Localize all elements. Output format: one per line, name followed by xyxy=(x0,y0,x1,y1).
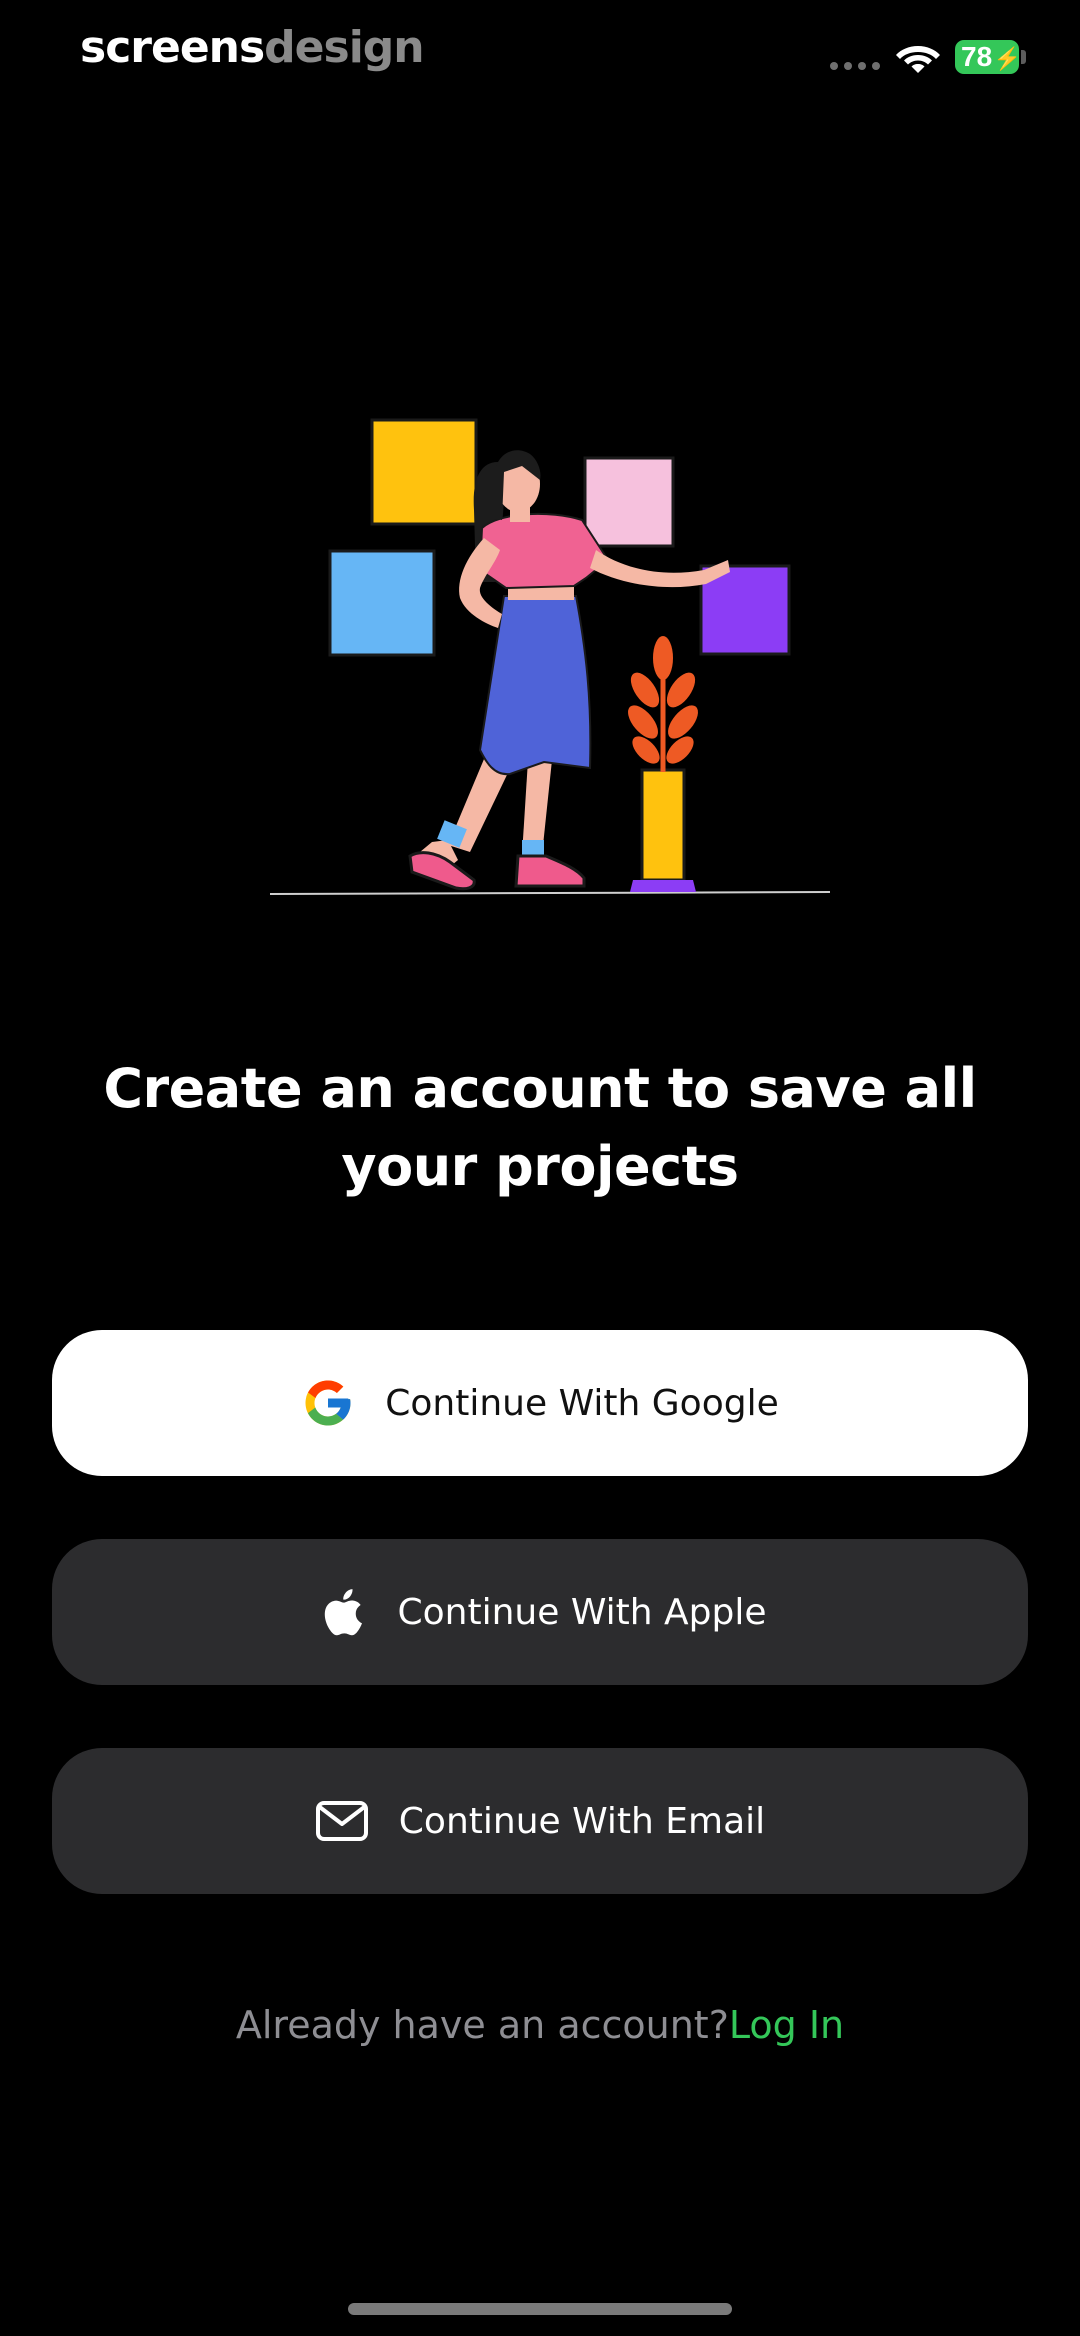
wifi-icon xyxy=(896,46,940,73)
login-prompt-text: Already have an account? xyxy=(235,2003,729,2047)
brand-watermark: screensdesign xyxy=(80,22,425,73)
continue-with-email-button[interactable]: Continue With Email xyxy=(52,1748,1028,1894)
login-prompt: Already have an account?Log In xyxy=(0,2003,1080,2047)
brand-part-2: design xyxy=(264,22,424,73)
page-title: Create an account to save all your proje… xyxy=(103,1057,977,1198)
signal-dots-icon xyxy=(830,62,880,70)
status-bar: screensdesign 78 ⚡ xyxy=(0,0,1080,110)
home-indicator xyxy=(348,2303,732,2315)
onboarding-illustration xyxy=(269,418,831,895)
battery-level: 78 xyxy=(961,41,993,72)
apple-icon xyxy=(314,1585,368,1639)
battery-icon: 78 ⚡ xyxy=(955,40,1021,74)
charging-bolt-icon: ⚡ xyxy=(993,46,1021,71)
google-icon xyxy=(301,1376,355,1430)
login-link[interactable]: Log In xyxy=(729,2003,844,2047)
battery-cap xyxy=(1021,50,1026,64)
email-button-label: Continue With Email xyxy=(398,1800,766,1842)
google-button-label: Continue With Google xyxy=(385,1382,779,1424)
brand-part-1: screens xyxy=(80,22,265,73)
mail-icon xyxy=(315,1794,369,1848)
continue-with-apple-button[interactable]: Continue With Apple xyxy=(52,1539,1028,1685)
apple-button-label: Continue With Apple xyxy=(397,1591,767,1633)
continue-with-google-button[interactable]: Continue With Google xyxy=(52,1330,1028,1476)
